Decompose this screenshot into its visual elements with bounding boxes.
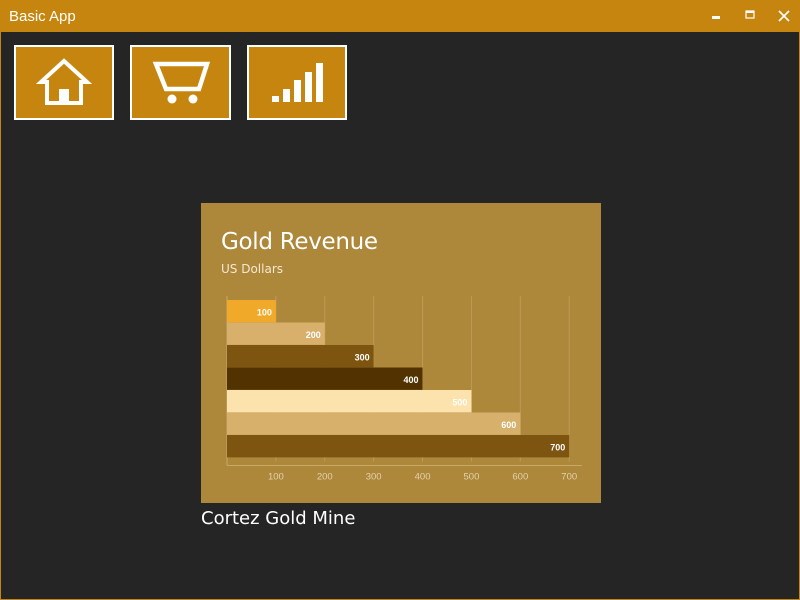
revenue-chart-card[interactable]: Gold Revenue US Dollars 100 200 300 400 500 6… — [201, 203, 601, 503]
x-tick-label: 500 — [464, 472, 480, 483]
signal-bars-icon — [272, 63, 323, 102]
bar — [227, 367, 423, 390]
bar — [227, 345, 374, 368]
minimize-icon — [712, 16, 720, 19]
title-bar[interactable]: Basic App — [1, 1, 799, 32]
close-button[interactable] — [767, 1, 800, 32]
bar-data-label: 600 — [501, 420, 516, 430]
bar-data-label: 500 — [452, 397, 467, 407]
bar-chart: 100 200 300 400 500 600 700 100 200 300 400 500 600 7… — [226, 296, 582, 483]
bar-data-label: 200 — [306, 330, 321, 340]
app-window: Basic App Gold Revenue US Dollars 100 20… — [0, 0, 800, 600]
cart-tile[interactable] — [130, 45, 231, 120]
window-title: Basic App — [9, 8, 76, 25]
x-tick-label: 100 — [268, 472, 284, 483]
x-tick-label: 700 — [561, 472, 577, 483]
minimize-button[interactable] — [699, 1, 733, 32]
shopping-cart-icon — [152, 61, 211, 104]
x-tick-label: 200 — [317, 472, 333, 483]
home-icon — [35, 58, 93, 105]
x-tick-label: 300 — [366, 472, 382, 483]
bar — [227, 435, 570, 458]
bar-data-label: 400 — [404, 375, 419, 385]
close-icon — [778, 10, 790, 22]
bar — [227, 412, 521, 435]
bar — [227, 390, 472, 413]
bar-data-label: 100 — [257, 307, 272, 317]
maximize-button[interactable] — [733, 1, 767, 32]
stats-tile[interactable] — [247, 45, 347, 120]
tile-caption: Cortez Gold Mine — [201, 508, 356, 529]
maximize-icon — [745, 10, 755, 19]
x-tick-label: 600 — [512, 472, 528, 483]
home-tile[interactable] — [14, 45, 114, 120]
bar-data-label: 300 — [355, 352, 370, 362]
x-tick-label: 400 — [415, 472, 431, 483]
bar-data-label: 700 — [550, 442, 565, 452]
